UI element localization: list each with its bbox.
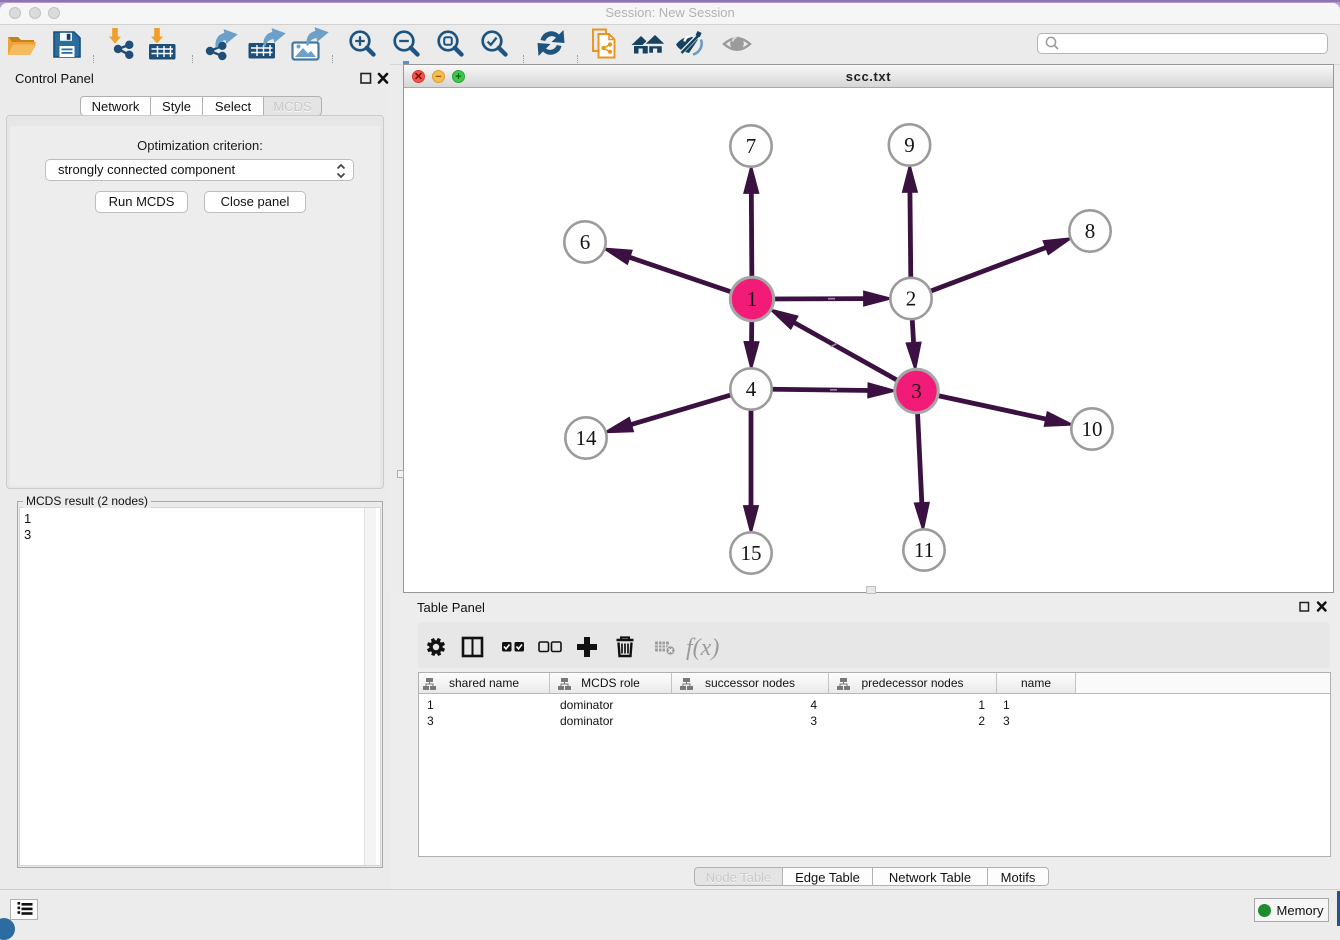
svg-text:10: 10 (1082, 417, 1103, 441)
svg-text:9: 9 (904, 133, 915, 157)
svg-text:6: 6 (580, 230, 591, 254)
svg-text:8: 8 (1085, 219, 1096, 243)
svg-text:3: 3 (911, 379, 922, 403)
svg-text:2: 2 (906, 287, 917, 311)
svg-text:7: 7 (746, 134, 757, 158)
svg-text:1: 1 (747, 287, 758, 311)
svg-text:f(x): f(x) (686, 635, 719, 661)
svg-text:15: 15 (741, 541, 762, 565)
svg-text:14: 14 (576, 426, 598, 450)
svg-text:4: 4 (746, 377, 757, 401)
svg-text:11: 11 (914, 538, 934, 562)
